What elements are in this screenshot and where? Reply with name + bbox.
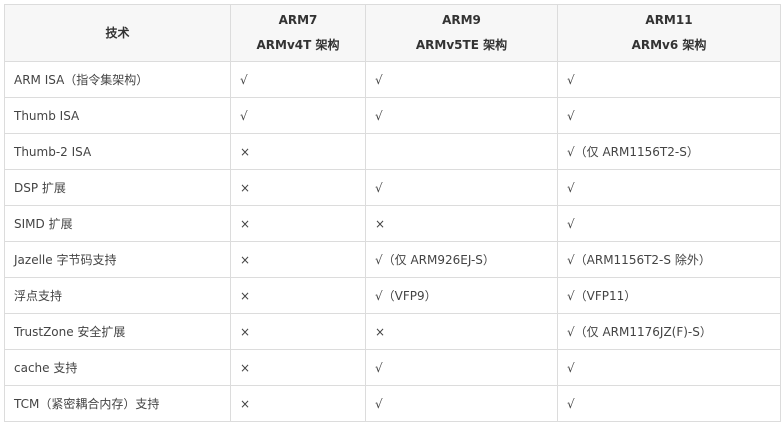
table-row: Thumb ISA √ √ √ (4, 97, 781, 134)
cell-technology: TCM（紧密耦合内存）支持 (4, 385, 231, 422)
table-row: 浮点支持 × √（VFP9） √（VFP11） (4, 277, 781, 314)
cell-arm11: √（仅 ARM1156T2-S） (557, 133, 781, 170)
cell-technology: Thumb ISA (4, 97, 231, 134)
table-row: TCM（紧密耦合内存）支持 × √ √ (4, 385, 781, 422)
cell-arm9: √ (365, 169, 558, 206)
cell-arm7: × (230, 133, 366, 170)
cell-arm9: √ (365, 97, 558, 134)
cell-arm11: √ (557, 61, 781, 98)
cell-arm9: √ (365, 349, 558, 386)
cell-arm9: × (365, 313, 558, 350)
table-row: DSP 扩展 × √ √ (4, 169, 781, 206)
cell-technology: DSP 扩展 (4, 169, 231, 206)
cell-arm9: √ (365, 385, 558, 422)
cell-arm7: × (230, 205, 366, 242)
table-row: cache 支持 × √ √ (4, 349, 781, 386)
header-technology-label: 技术 (105, 25, 130, 40)
header-arm11-name: ARM11 (645, 13, 693, 27)
cell-arm7: √ (230, 97, 366, 134)
header-arm11-arch: ARMv6 架构 (631, 38, 707, 52)
cell-arm11: √ (557, 97, 781, 134)
cell-arm7: √ (230, 61, 366, 98)
header-technology: 技术 (4, 4, 231, 62)
cell-technology: ARM ISA（指令集架构） (4, 61, 231, 98)
table-body: ARM ISA（指令集架构） √ √ √ Thumb ISA √ √ √ Thu… (4, 61, 781, 422)
cell-arm11: √（仅 ARM1176JZ(F)-S） (557, 313, 781, 350)
table-header: 技术 ARM7 ARMv4T 架构 ARM9 ARMv5TE 架构 ARM11 … (4, 4, 781, 62)
cell-technology: Jazelle 字节码支持 (4, 241, 231, 278)
cell-arm9: √ (365, 61, 558, 98)
header-arm7: ARM7 ARMv4T 架构 (230, 4, 366, 62)
cell-technology: SIMD 扩展 (4, 205, 231, 242)
header-row: 技术 ARM7 ARMv4T 架构 ARM9 ARMv5TE 架构 ARM11 … (4, 4, 781, 62)
cell-arm7: × (230, 313, 366, 350)
cell-arm9 (365, 133, 558, 170)
header-arm9-arch: ARMv5TE 架构 (415, 38, 508, 52)
table-row: TrustZone 安全扩展 × × √（仅 ARM1176JZ(F)-S） (4, 313, 781, 350)
cell-arm9: √（VFP9） (365, 277, 558, 314)
cell-arm11: √ (557, 205, 781, 242)
header-arm9-name: ARM9 (442, 13, 481, 27)
cell-arm11: √ (557, 349, 781, 386)
header-arm9: ARM9 ARMv5TE 架构 (365, 4, 558, 62)
cell-arm11: √（VFP11） (557, 277, 781, 314)
cell-arm11: √ (557, 385, 781, 422)
table-row: ARM ISA（指令集架构） √ √ √ (4, 61, 781, 98)
cell-arm9: × (365, 205, 558, 242)
cell-arm7: × (230, 241, 366, 278)
header-arm11: ARM11 ARMv6 架构 (557, 4, 781, 62)
cell-arm9: √（仅 ARM926EJ-S） (365, 241, 558, 278)
cell-technology: cache 支持 (4, 349, 231, 386)
comparison-table: 技术 ARM7 ARMv4T 架构 ARM9 ARMv5TE 架构 ARM11 … (4, 4, 781, 422)
header-arm7-arch: ARMv4T 架构 (256, 38, 340, 52)
table-row: Thumb-2 ISA × √（仅 ARM1156T2-S） (4, 133, 781, 170)
table-row: Jazelle 字节码支持 × √（仅 ARM926EJ-S） √（ARM115… (4, 241, 781, 278)
cell-arm7: × (230, 385, 366, 422)
cell-technology: 浮点支持 (4, 277, 231, 314)
cell-technology: Thumb-2 ISA (4, 133, 231, 170)
cell-arm11: √ (557, 169, 781, 206)
cell-arm11: √（ARM1156T2-S 除外） (557, 241, 781, 278)
cell-technology: TrustZone 安全扩展 (4, 313, 231, 350)
cell-arm7: × (230, 277, 366, 314)
cell-arm7: × (230, 169, 366, 206)
cell-arm7: × (230, 349, 366, 386)
table-row: SIMD 扩展 × × √ (4, 205, 781, 242)
header-arm7-name: ARM7 (278, 13, 318, 27)
